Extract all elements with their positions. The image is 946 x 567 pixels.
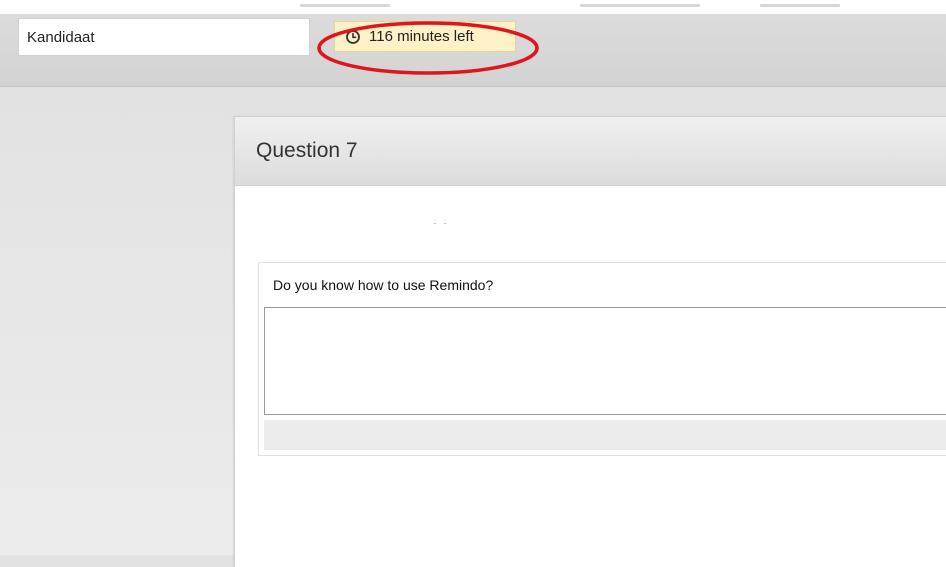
candidate-label: Kandidaat (27, 28, 95, 46)
time-remaining-text: 116 minutes left (369, 28, 474, 45)
clock-icon (346, 29, 360, 44)
left-sidebar (0, 87, 234, 555)
time-remaining-badge: 116 minutes left (334, 21, 516, 52)
faint-mark (434, 223, 436, 224)
question-card: Do you know how to use Remindo? (258, 262, 946, 456)
question-panel: Question 7 Do you know how to use Remind… (234, 116, 946, 567)
question-prompt: Do you know how to use Remindo? (273, 277, 494, 293)
top-strip (0, 0, 946, 14)
answer-textarea[interactable] (264, 307, 946, 415)
faint-mark (444, 223, 446, 224)
answer-toolbar (264, 420, 946, 450)
candidate-name-field: Kandidaat (18, 18, 310, 56)
faint-text (760, 4, 840, 7)
faint-text (580, 4, 700, 7)
faint-text (300, 4, 390, 7)
question-title: Question 7 (235, 117, 946, 186)
